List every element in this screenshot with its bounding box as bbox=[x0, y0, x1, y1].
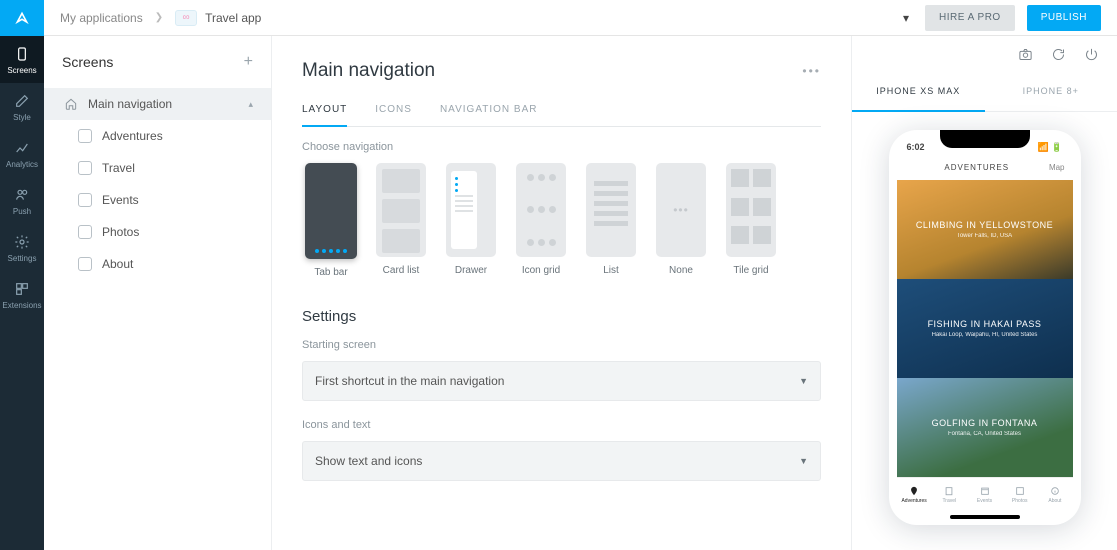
tab-icons[interactable]: ICONS bbox=[375, 104, 412, 126]
rail-label: Analytics bbox=[6, 160, 38, 169]
breadcrumb: My applications ❯ ∞ Travel app bbox=[60, 10, 261, 26]
device-tab-xsmax[interactable]: IPHONE XS MAX bbox=[852, 72, 985, 112]
add-screen-button[interactable]: + bbox=[244, 53, 253, 71]
nav-icon-grid[interactable]: Icon grid bbox=[512, 163, 570, 278]
choose-navigation-label: Choose navigation bbox=[302, 141, 821, 153]
tree-label: Adventures bbox=[102, 129, 163, 143]
screens-title: Screens bbox=[62, 54, 113, 70]
preview-card: GOLFING IN FONTANAFontana, CA, United St… bbox=[897, 378, 1073, 477]
preview-header-right: Map bbox=[1049, 163, 1065, 172]
rail-extensions[interactable]: Extensions bbox=[0, 271, 44, 318]
preview-panel: IPHONE XS MAX IPHONE 8+ 6:02 📶 🔋 ADVENTUR… bbox=[851, 36, 1117, 550]
nav-none[interactable]: •••None bbox=[652, 163, 710, 278]
chevron-right-icon: ❯ bbox=[155, 12, 163, 23]
rail-analytics[interactable]: Analytics bbox=[0, 130, 44, 177]
starting-screen-select[interactable]: First shortcut in the main navigation ▼ bbox=[302, 361, 821, 401]
rail-style[interactable]: Style bbox=[0, 83, 44, 130]
tree-photos[interactable]: Photos bbox=[44, 216, 271, 248]
more-menu-icon[interactable]: ••• bbox=[802, 64, 821, 78]
tree-label: Travel bbox=[102, 161, 135, 175]
rail-screens[interactable]: Screens bbox=[0, 36, 44, 83]
app-icon: ∞ bbox=[175, 10, 197, 26]
nav-opt-label: List bbox=[603, 265, 619, 276]
status-icons: 📶 🔋 bbox=[1038, 142, 1063, 153]
nav-card-list[interactable]: Card list bbox=[372, 163, 430, 278]
tree-label: Events bbox=[102, 193, 139, 207]
icons-text-label: Icons and text bbox=[302, 419, 821, 431]
screens-panel: Screens + Main navigation ▴ Adventures T… bbox=[44, 36, 272, 550]
rail-push[interactable]: Push bbox=[0, 177, 44, 224]
rail-label: Extensions bbox=[2, 301, 41, 310]
rail-label: Settings bbox=[8, 254, 37, 263]
nav-opt-label: Tile grid bbox=[733, 265, 768, 276]
nav-opt-label: Drawer bbox=[455, 265, 487, 276]
publish-button[interactable]: PUBLISH bbox=[1027, 5, 1101, 31]
preview-card: CLIMBING IN YELLOWSTONETower Falls, ID, … bbox=[897, 180, 1073, 279]
chevron-down-icon: ▼ bbox=[799, 376, 808, 386]
page-title: Main navigation bbox=[302, 60, 435, 82]
editor-panel: Main navigation ••• LAYOUT ICONS NAVIGATI… bbox=[272, 36, 851, 550]
settings-heading: Settings bbox=[302, 308, 821, 325]
preview-card: FISHING IN HAKAI PASSHakai Loop, Waipahu… bbox=[897, 279, 1073, 378]
nav-drawer[interactable]: Drawer bbox=[442, 163, 500, 278]
breadcrumb-root[interactable]: My applications bbox=[60, 11, 143, 25]
device-preview: 6:02 📶 🔋 ADVENTURES Map CLIMBING IN YELLOW… bbox=[889, 130, 1081, 525]
select-value: First shortcut in the main navigation bbox=[315, 374, 504, 388]
brand-logo[interactable] bbox=[0, 0, 44, 36]
nav-tile-grid[interactable]: Tile grid bbox=[722, 163, 780, 278]
topbar: My applications ❯ ∞ Travel app ▾ HIRE A … bbox=[44, 0, 1117, 36]
rail-settings[interactable]: Settings bbox=[0, 224, 44, 271]
nav-rail: Screens Style Analytics Push Settings Ex… bbox=[0, 0, 44, 550]
phone-notch bbox=[940, 130, 1030, 148]
tree-label: About bbox=[102, 257, 133, 271]
home-indicator bbox=[950, 515, 1020, 519]
tree-about[interactable]: About bbox=[44, 248, 271, 280]
nav-opt-label: None bbox=[669, 265, 693, 276]
tree-events[interactable]: Events bbox=[44, 184, 271, 216]
tree-adventures[interactable]: Adventures bbox=[44, 120, 271, 152]
nav-list[interactable]: List bbox=[582, 163, 640, 278]
hire-pro-button[interactable]: HIRE A PRO bbox=[925, 5, 1015, 31]
refresh-icon[interactable] bbox=[1051, 47, 1066, 62]
status-time: 6:02 bbox=[907, 142, 925, 153]
rail-label: Style bbox=[13, 113, 31, 122]
rail-label: Push bbox=[13, 207, 31, 216]
tab-layout[interactable]: LAYOUT bbox=[302, 104, 347, 127]
icons-text-select[interactable]: Show text and icons ▼ bbox=[302, 441, 821, 481]
preview-tabbar: Adventures Travel Events Photos About bbox=[897, 477, 1073, 511]
account-dropdown[interactable]: ▾ bbox=[899, 11, 913, 25]
navigation-options: Tab bar Card list Drawer Icon grid List … bbox=[302, 163, 821, 278]
chevron-down-icon: ▼ bbox=[799, 456, 808, 466]
preview-header: ADVENTURES bbox=[944, 163, 1009, 172]
nav-opt-label: Icon grid bbox=[522, 265, 560, 276]
nav-opt-label: Card list bbox=[383, 265, 420, 276]
tree-travel[interactable]: Travel bbox=[44, 152, 271, 184]
tree-main-navigation[interactable]: Main navigation ▴ bbox=[44, 88, 271, 120]
tree-label: Main navigation bbox=[88, 97, 172, 111]
power-icon[interactable] bbox=[1084, 47, 1099, 62]
select-value: Show text and icons bbox=[315, 454, 422, 468]
device-tab-8plus[interactable]: IPHONE 8+ bbox=[985, 72, 1117, 111]
rail-label: Screens bbox=[7, 66, 36, 75]
editor-tabs: LAYOUT ICONS NAVIGATION BAR bbox=[302, 104, 821, 127]
nav-opt-label: Tab bar bbox=[314, 267, 347, 278]
tree-label: Photos bbox=[102, 225, 139, 239]
breadcrumb-app[interactable]: Travel app bbox=[205, 11, 261, 25]
tab-navigation-bar[interactable]: NAVIGATION BAR bbox=[440, 104, 538, 126]
screenshot-icon[interactable] bbox=[1018, 47, 1033, 62]
nav-tab-bar[interactable]: Tab bar bbox=[302, 163, 360, 278]
starting-screen-label: Starting screen bbox=[302, 339, 821, 351]
collapse-icon[interactable]: ▴ bbox=[248, 99, 253, 110]
